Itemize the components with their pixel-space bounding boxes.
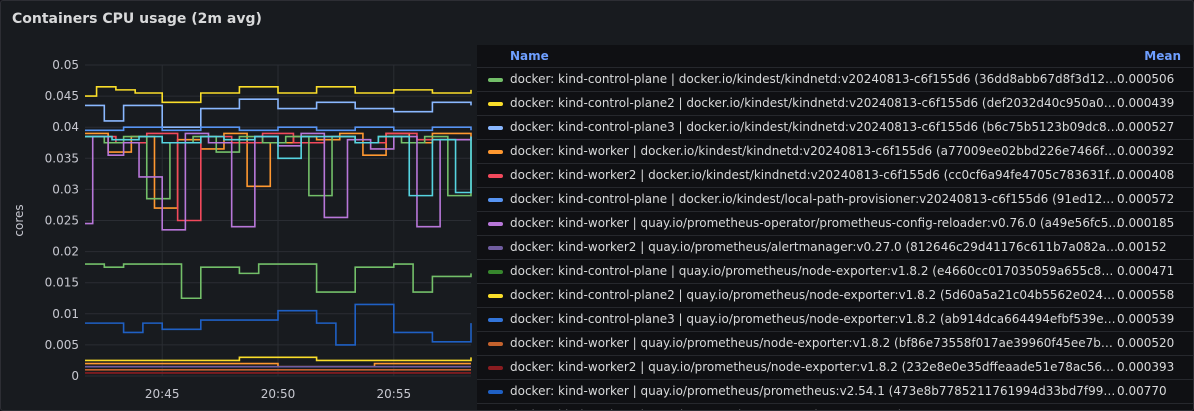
x-tick-label: 20:50: [261, 387, 296, 401]
series-color-swatch[interactable]: [488, 174, 503, 178]
series-name[interactable]: docker: kind-control-plane2 | quay.io/pr…: [510, 288, 1120, 302]
series-color-swatch[interactable]: [488, 198, 503, 202]
series-color-swatch[interactable]: [488, 318, 503, 322]
series-color-swatch[interactable]: [488, 78, 503, 82]
series-name[interactable]: docker: kind-control-plane | docker.io/k…: [510, 192, 1120, 206]
series-name[interactable]: docker: kind-control-plane3 | quay.io/pr…: [510, 312, 1120, 326]
series-name[interactable]: docker: kind-worker2 | quay.io/prometheu…: [510, 240, 1120, 254]
series-mean: 0.000520: [1117, 336, 1175, 350]
series-color-swatch[interactable]: [488, 270, 503, 274]
series-mean: 0.000393: [1117, 360, 1175, 374]
y-tick-label: 0.025: [45, 214, 79, 228]
cpu-usage-chart[interactable]: 0 0.005 0.01 0.015 0.02 0.025 0.03 0.035 0.04 0.0…: [1, 1, 477, 410]
legend-row[interactable]: docker: kind-control-plane2 | docker.io/…: [477, 91, 1193, 115]
series-mean: 0.000506: [1117, 72, 1175, 86]
series-name[interactable]: docker: kind-worker | docker.io/kindest/…: [510, 144, 1120, 158]
legend-row[interactable]: docker: kind-worker2 | quay.io/prometheu…: [477, 355, 1193, 379]
y-tick-label: 0.045: [45, 89, 79, 103]
series-name[interactable]: docker: kind-worker | quay.io/prometheus…: [510, 336, 1120, 350]
series-mean: 0.000392: [1117, 144, 1175, 158]
x-tick-label: 20:45: [145, 387, 180, 401]
chart-panel: Containers CPU usage (2m avg) 0 0.005 0.01…: [0, 0, 1194, 411]
series-name[interactable]: docker: kind-control-plane3 | docker.io/…: [510, 120, 1120, 134]
series-color-swatch[interactable]: [488, 366, 503, 370]
series-name[interactable]: docker: kind-control-plane2 | docker.io/…: [510, 96, 1120, 110]
series-mean: 0.000408: [1117, 168, 1175, 182]
series-color-swatch[interactable]: [488, 390, 503, 394]
series-color-swatch[interactable]: [488, 102, 503, 106]
series-mean: 0.000527: [1117, 120, 1175, 134]
series-mean: 0.000539: [1117, 312, 1175, 326]
series-mean: 0.00770: [1117, 384, 1167, 398]
legend-rows: docker: kind-control-plane | docker.io/k…: [477, 67, 1193, 410]
y-tick-label: 0.04: [52, 120, 79, 134]
legend-row[interactable]: docker: kind-control-plane3 | docker.io/…: [477, 115, 1193, 139]
y-tick-label: 0: [71, 369, 79, 383]
series-color-swatch[interactable]: [488, 246, 503, 250]
series-color-swatch[interactable]: [488, 222, 503, 226]
legend-row[interactable]: docker: kind-worker2 | docker.io/kindest…: [477, 163, 1193, 187]
y-axis-label: cores: [12, 204, 26, 236]
legend-row[interactable]: docker: kind-worker | quay.io/prometheus…: [477, 331, 1193, 355]
series-name[interactable]: docker: kind-worker2 | quay.io/prometheu…: [510, 360, 1120, 374]
legend-header: Name Mean: [477, 45, 1193, 67]
y-tick-label: 0.03: [52, 182, 79, 196]
legend-table: Name Mean docker: kind-control-plane | d…: [477, 45, 1193, 410]
series-color-swatch[interactable]: [488, 150, 503, 154]
legend-row[interactable]: docker: kind-control-plane2 | quay.io/pr…: [477, 283, 1193, 307]
legend-row[interactable]: docker: kind-worker | quay.io/prometheus…: [477, 379, 1193, 403]
series-name[interactable]: docker: kind-control-plane | quay.io/pro…: [510, 264, 1120, 278]
series-color-swatch[interactable]: [488, 126, 503, 130]
series-mean: 0.000558: [1117, 288, 1175, 302]
series-name[interactable]: docker: kind-control-plane | docker.io/k…: [510, 72, 1120, 86]
series-name[interactable]: docker: kind-worker2 | docker.io/kindest…: [510, 168, 1120, 182]
series-mean: 0.000471: [1117, 264, 1175, 278]
legend-row[interactable]: docker: kind-control-plane3 | quay.io/pr…: [477, 307, 1193, 331]
legend-row[interactable]: docker: kind-worker2 | quay.io/prometheu…: [477, 235, 1193, 259]
y-tick-label: 0.01: [52, 307, 79, 321]
series-mean: 0.000439: [1117, 96, 1175, 110]
series-color-swatch[interactable]: [488, 342, 503, 346]
series-color-swatch[interactable]: [488, 294, 503, 298]
legend-row[interactable]: docker: kind-control-plane | quay.io/pro…: [477, 259, 1193, 283]
y-tick-label: 0.035: [45, 151, 79, 165]
y-tick-label: 0.05: [52, 58, 79, 72]
y-tick-label: 0.005: [45, 338, 79, 352]
series-mean: 0.00152: [1117, 240, 1167, 254]
legend-header-name[interactable]: Name: [510, 49, 549, 63]
series-name[interactable]: docker: kind-worker | quay.io/prometheus…: [510, 384, 1120, 398]
series-mean: 0.000572: [1117, 192, 1175, 206]
x-tick-label: 20:55: [377, 387, 412, 401]
legend-row[interactable]: docker: kind-worker | quay.io/prometheus…: [477, 211, 1193, 235]
series-mean: 0.000185: [1117, 216, 1175, 230]
legend-row[interactable]: docker: kind-worker | docker.io/kindest/…: [477, 139, 1193, 163]
legend-header-mean[interactable]: Mean: [1144, 49, 1181, 63]
y-tick-label: 0.02: [52, 245, 79, 259]
legend-row[interactable]: docker: kind-control-plane | docker.io/k…: [477, 67, 1193, 91]
series-name[interactable]: docker: kind-worker | quay.io/prometheus…: [510, 216, 1120, 230]
legend-row[interactable]: docker: kind-control-plane | docker.io/k…: [477, 187, 1193, 211]
legend-row[interactable]: docker: kind-worker2 | quay.io/prometheu…: [477, 403, 1193, 410]
y-tick-label: 0.015: [45, 276, 79, 290]
